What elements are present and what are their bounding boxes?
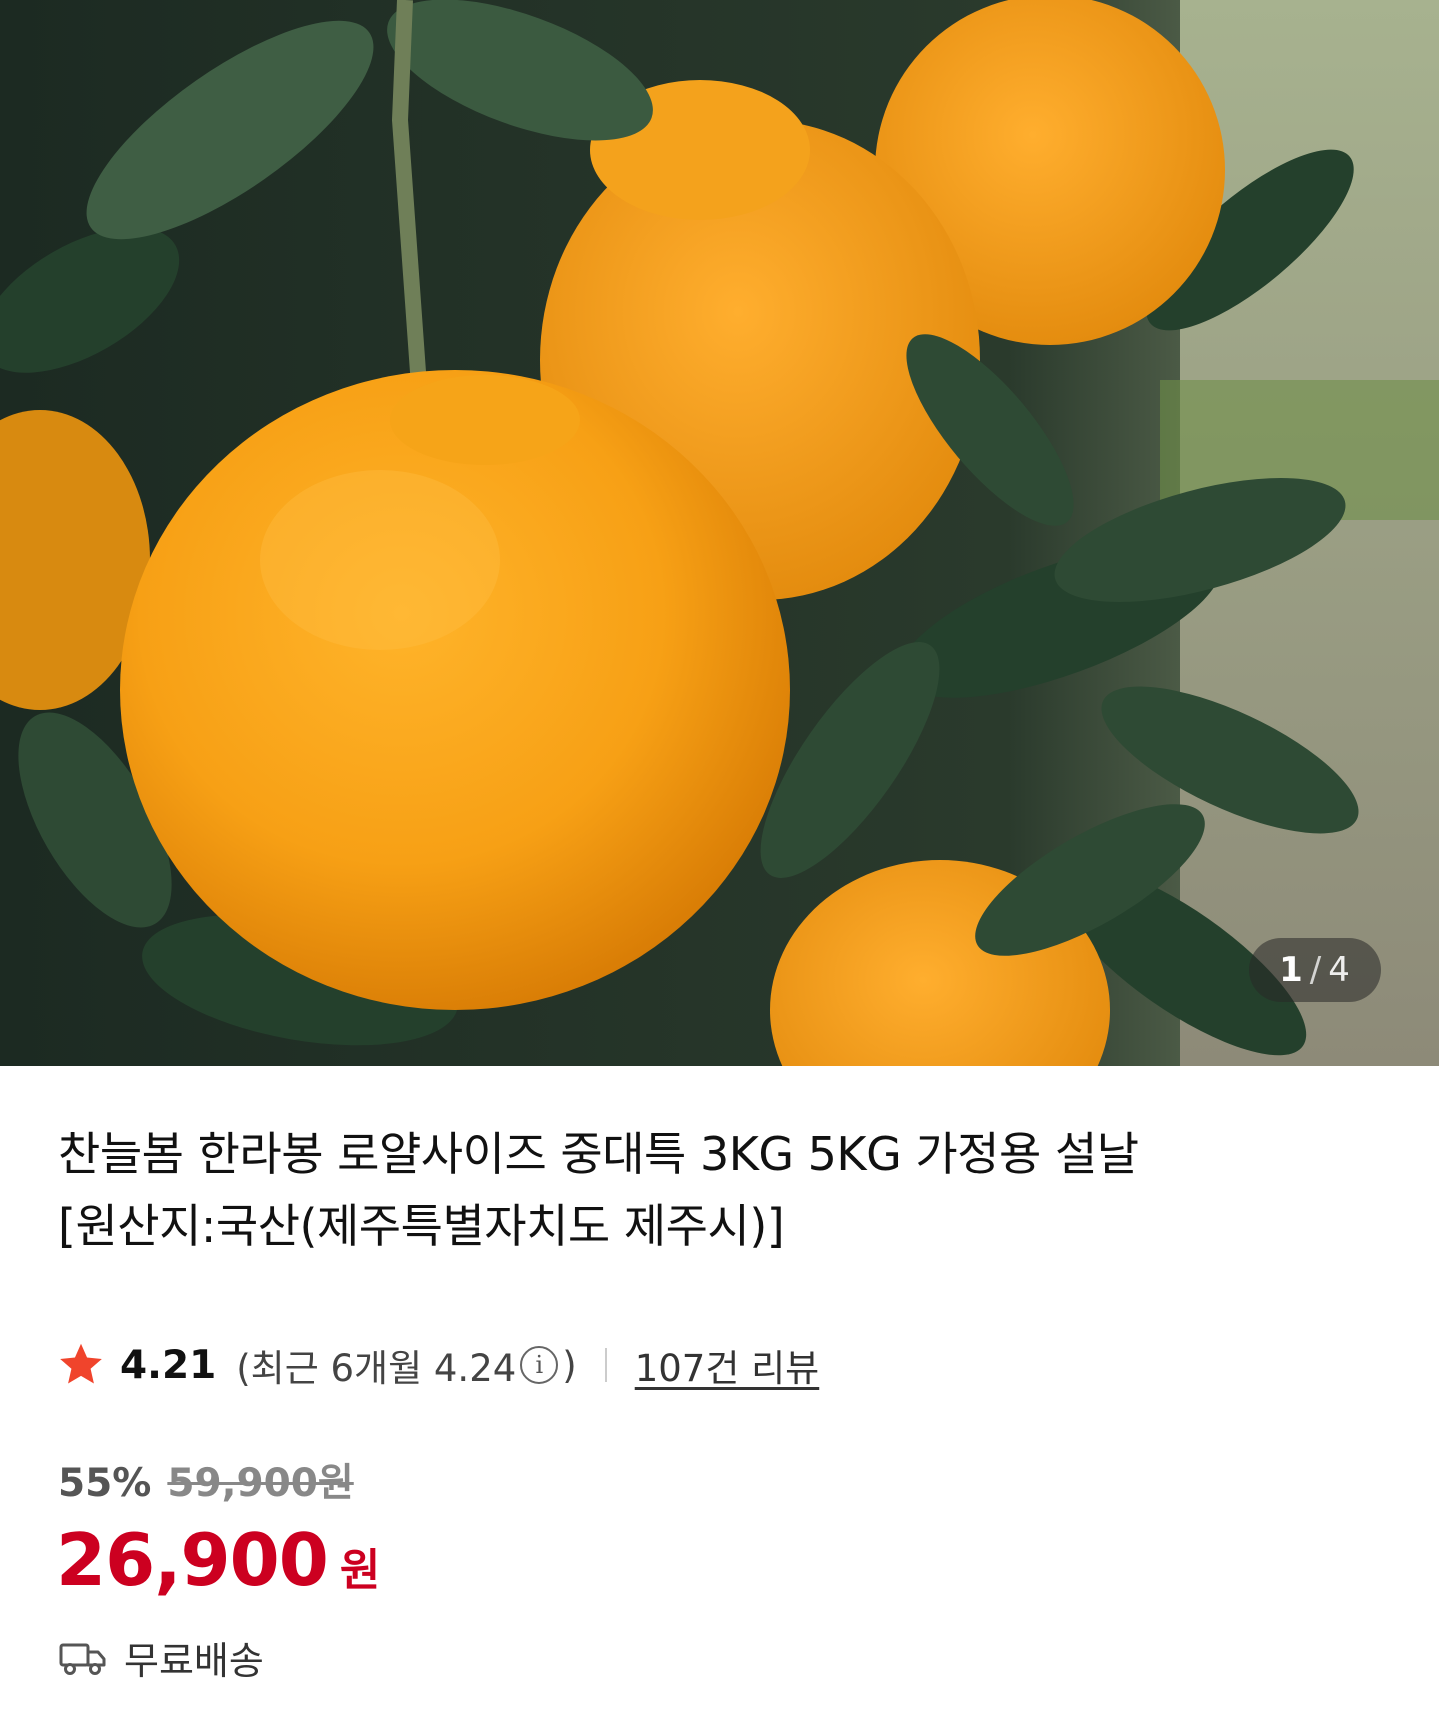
rating-divider xyxy=(604,1348,607,1382)
product-photo xyxy=(0,0,1439,1066)
original-price: 59,900원 xyxy=(167,1461,354,1506)
discount-rate: 55% xyxy=(58,1461,152,1506)
recent-rating-close: ) xyxy=(562,1343,577,1387)
sale-price-row: 26,900 원 xyxy=(56,1518,380,1602)
product-title-line-2: [원산지:국산(제주특별자치도 제주시)] xyxy=(58,1199,785,1253)
page-separator: / xyxy=(1309,950,1323,990)
sale-price: 26,900 xyxy=(56,1518,329,1602)
current-page: 1 xyxy=(1279,950,1304,990)
recent-rating: (최근 6개월 4.24 i ) xyxy=(236,1338,576,1392)
review-count-link[interactable]: 107건 리뷰 xyxy=(635,1338,820,1392)
product-title-line-1: 찬늘봄 한라봉 로얄사이즈 중대특 3KG 5KG 가정용 설날 xyxy=(58,1127,1139,1181)
star-icon xyxy=(60,1343,102,1384)
discount-row: 55% 59,900원 xyxy=(58,1452,354,1508)
shipping-row: 무료배송 xyxy=(58,1630,264,1685)
rating-row: 4.21 (최근 6개월 4.24 i ) 107건 리뷰 xyxy=(56,1335,819,1395)
product-detail-page: 1 / 4 찬늘봄 한라봉 로얄사이즈 중대특 3KG 5KG 가정용 설날 [… xyxy=(0,0,1439,1736)
rating-score: 4.21 xyxy=(120,1342,217,1388)
sale-price-unit: 원 xyxy=(339,1545,381,1596)
info-icon[interactable]: i xyxy=(520,1346,559,1384)
product-title: 찬늘봄 한라봉 로얄사이즈 중대특 3KG 5KG 가정용 설날 [원산지:국산… xyxy=(58,1118,1398,1262)
recent-rating-text: (최근 6개월 4.24 xyxy=(236,1347,517,1390)
product-image-gallery[interactable]: 1 / 4 xyxy=(0,0,1439,1066)
total-pages: 4 xyxy=(1328,950,1351,990)
shipping-label: 무료배송 xyxy=(124,1639,264,1683)
image-page-counter: 1 / 4 xyxy=(1249,938,1381,1002)
truck-icon xyxy=(59,1643,106,1675)
